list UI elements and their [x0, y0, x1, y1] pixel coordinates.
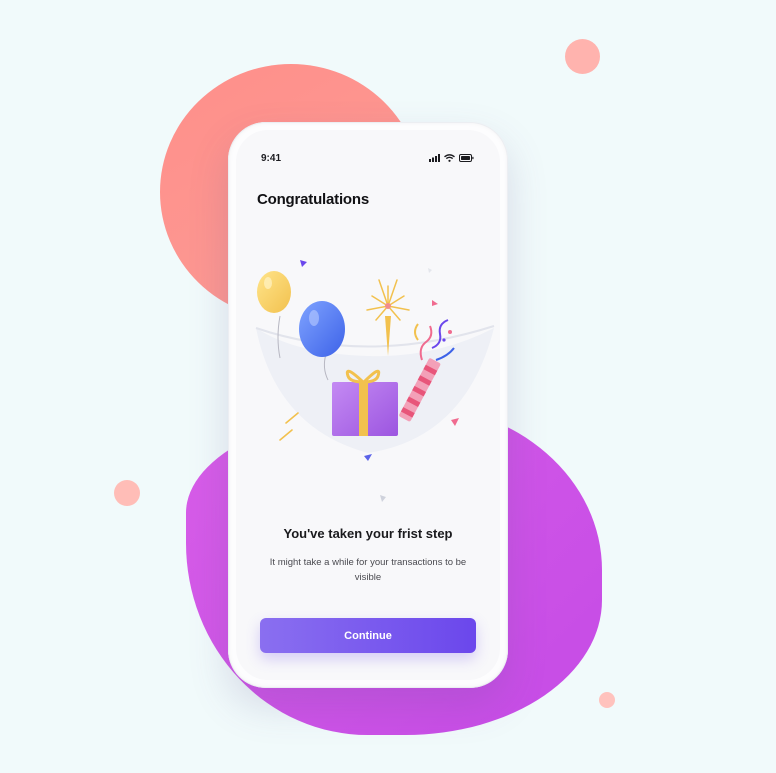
- blue-balloon: [299, 301, 345, 357]
- continue-button[interactable]: Continue: [260, 618, 476, 653]
- phone-screen: 9:41 Congratulations You've taken your f…: [236, 130, 500, 680]
- wifi-icon: [444, 154, 455, 162]
- success-description: It might take a while for your transacti…: [269, 557, 467, 583]
- page-title: Congratulations: [257, 191, 369, 208]
- status-icons: [429, 154, 474, 162]
- success-heading: You've taken your frist step: [283, 526, 453, 541]
- yellow-balloon: [257, 271, 291, 313]
- decorative-dot: [599, 692, 615, 708]
- signal-icon: [429, 154, 440, 162]
- status-time: 9:41: [261, 153, 282, 164]
- decorative-dot: [565, 39, 600, 74]
- battery-icon: [459, 154, 474, 162]
- decorative-dot: [114, 480, 140, 506]
- celebration-illustration: [255, 260, 495, 502]
- phone-frame: 9:41 Congratulations You've taken your f…: [228, 122, 508, 688]
